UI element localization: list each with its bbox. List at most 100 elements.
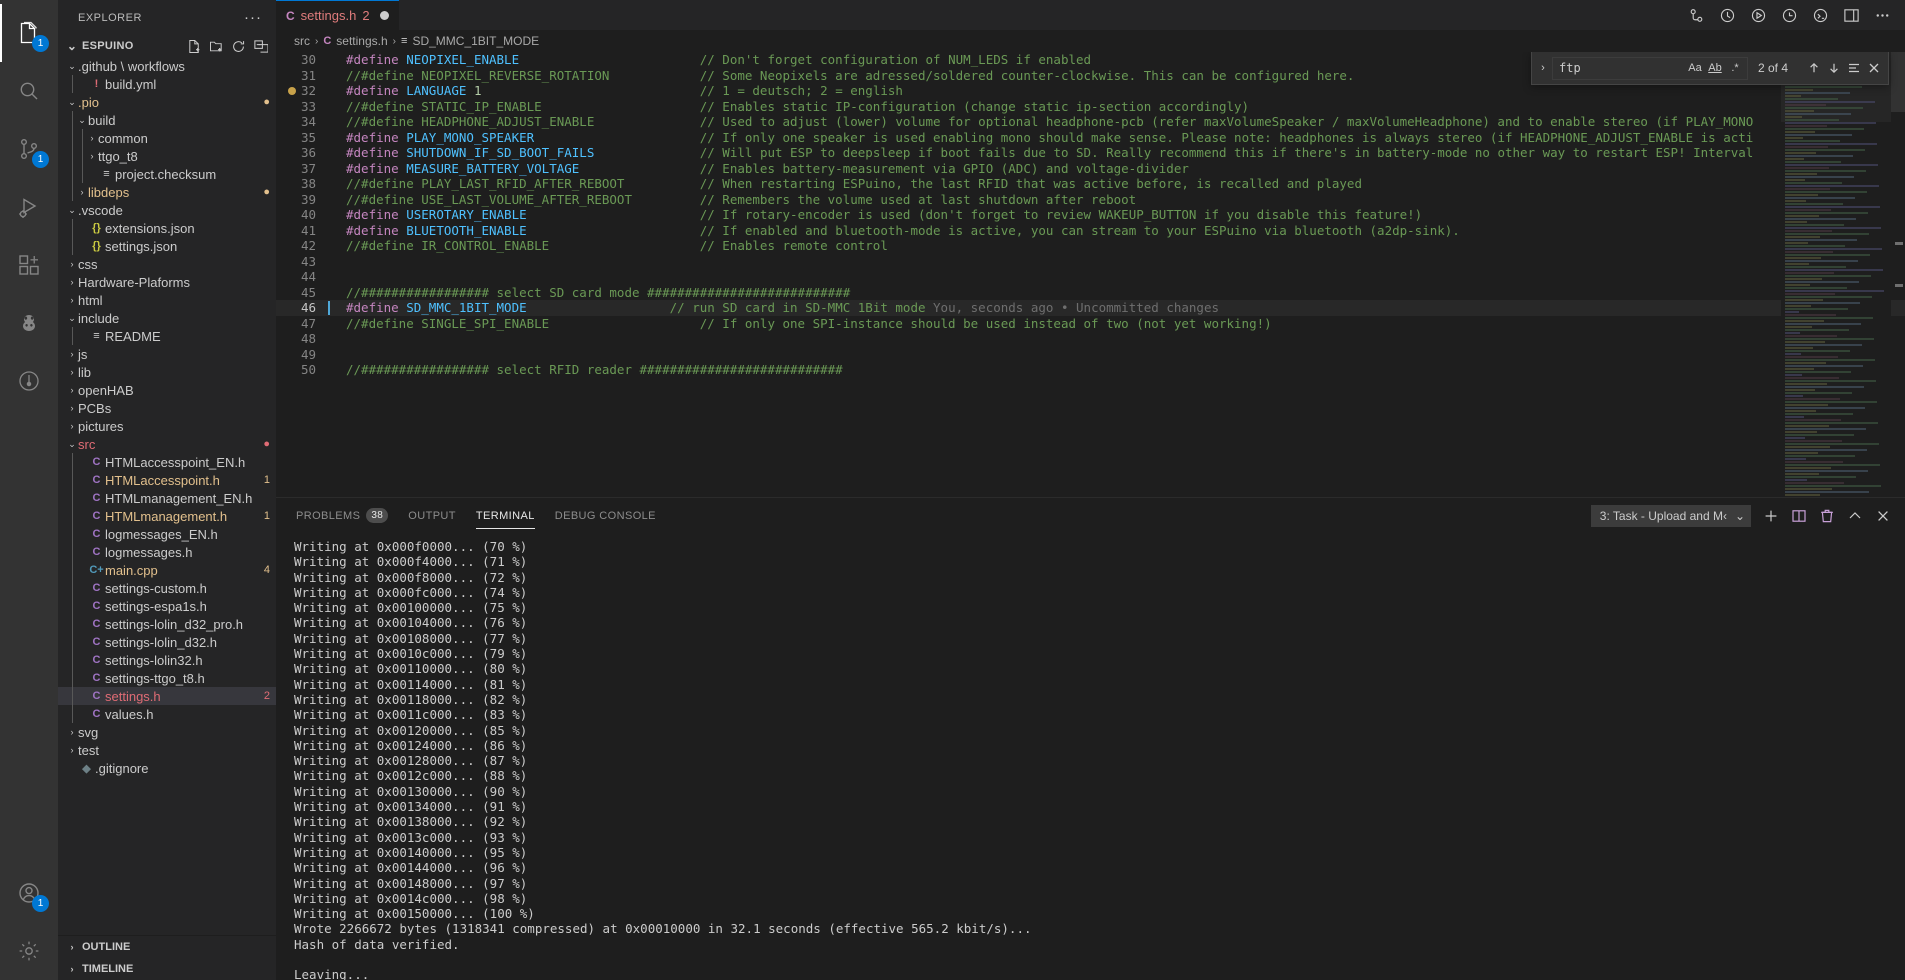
chevron-right-icon[interactable]: › — [66, 255, 78, 273]
tree-item-main-cpp[interactable]: C+main.cpp4 — [58, 561, 276, 579]
tree-item-htmlaccesspoint-h[interactable]: CHTMLaccesspoint.h1 — [58, 471, 276, 489]
code-line[interactable]: 50//################# select RFID reader… — [276, 362, 1905, 378]
chevron-right-icon[interactable]: › — [66, 273, 78, 291]
breadcrumb-item-symbol[interactable]: SD_MMC_1BIT_MODE — [412, 34, 539, 48]
tree-item-settings-ttgo-t8-h[interactable]: Csettings-ttgo_t8.h — [58, 669, 276, 687]
more-actions-icon[interactable] — [1874, 7, 1891, 24]
inline-blame-annotation[interactable]: You, seconds ago • Uncommitted changes — [926, 300, 1220, 315]
activitybar-item-testing[interactable] — [0, 352, 58, 410]
line-number[interactable]: 44 — [276, 269, 328, 285]
tab-dirty-indicator[interactable] — [380, 11, 389, 20]
line-number[interactable]: 42 — [276, 238, 328, 254]
minimap[interactable] — [1781, 52, 1891, 497]
tree-item-html[interactable]: ›html — [58, 291, 276, 309]
chevron-down-icon[interactable]: ⌄ — [66, 309, 78, 327]
tree-item-htmlmanagement-en-h[interactable]: CHTMLmanagement_EN.h — [58, 489, 276, 507]
panel-tab-problems[interactable]: PROBLEMS 38 — [296, 498, 388, 533]
line-number[interactable]: 30 — [276, 52, 328, 68]
tree-item--gitignore[interactable]: ◆.gitignore — [58, 759, 276, 777]
match-case-icon[interactable]: Aa — [1685, 58, 1705, 78]
tree-item-settings-h[interactable]: Csettings.h2 — [58, 687, 276, 705]
tree-item-settings-json[interactable]: {}settings.json — [58, 237, 276, 255]
breadcrumb-item-file[interactable]: settings.h — [336, 34, 387, 48]
new-file-icon[interactable] — [187, 39, 202, 54]
maximize-panel-icon[interactable] — [1847, 508, 1863, 524]
split-terminal-icon[interactable] — [1791, 508, 1807, 524]
line-number[interactable]: 38 — [276, 176, 328, 192]
next-match-icon[interactable] — [1824, 58, 1844, 78]
chevron-right-icon[interactable]: › — [66, 291, 78, 309]
find-input-box[interactable]: ftp Aa Ab .* — [1552, 57, 1748, 80]
tree-item-pcbs[interactable]: ›PCBs — [58, 399, 276, 417]
code-line[interactable]: 37#define MEASURE_BATTERY_VOLTAGE // Ena… — [276, 161, 1905, 177]
debug-alt-icon[interactable] — [1719, 7, 1736, 24]
line-number[interactable]: 48 — [276, 331, 328, 347]
collapse-all-icon[interactable] — [253, 39, 268, 54]
chevron-right-icon[interactable]: › — [66, 741, 78, 759]
tree-item-css[interactable]: ›css — [58, 255, 276, 273]
line-number[interactable]: 41 — [276, 223, 328, 239]
code-line[interactable]: 48 — [276, 331, 1905, 347]
terminal-selector[interactable]: 3: Task - Upload and M‹ ⌄ — [1591, 505, 1751, 527]
code-line[interactable]: 33//#define STATIC_IP_ENABLE // Enables … — [276, 99, 1905, 115]
chevron-right-icon[interactable]: › — [66, 399, 78, 417]
code-line[interactable]: 32#define LANGUAGE 1 // 1 = deutsch; 2 =… — [276, 83, 1905, 99]
sidebar-more-actions[interactable]: ··· — [244, 9, 268, 26]
find-input[interactable]: ftp — [1559, 61, 1685, 75]
activitybar-item-extensions[interactable] — [0, 236, 58, 294]
tree-item-extensions-json[interactable]: {}extensions.json — [58, 219, 276, 237]
code-line[interactable]: 49 — [276, 347, 1905, 363]
sidebar-section-outline[interactable]: › OUTLINE — [58, 936, 276, 958]
code-line[interactable]: 45//################# select SD card mod… — [276, 285, 1905, 301]
chevron-right-icon[interactable]: › — [66, 723, 78, 741]
line-number[interactable]: 43 — [276, 254, 328, 270]
remote-explorer-icon[interactable] — [1688, 7, 1705, 24]
tree-item-pictures[interactable]: ›pictures — [58, 417, 276, 435]
code-line[interactable]: 39//#define USE_LAST_VOLUME_AFTER_REBOOT… — [276, 192, 1905, 208]
tree-item-settings-lolin-d32-h[interactable]: Csettings-lolin_d32.h — [58, 633, 276, 651]
refresh-icon[interactable] — [231, 39, 246, 54]
panel-tab-debug-console[interactable]: DEBUG CONSOLE — [555, 498, 656, 533]
code-line[interactable]: 43 — [276, 254, 1905, 270]
chevron-right-icon[interactable]: › — [66, 417, 78, 435]
code-line[interactable]: 42//#define IR_CONTROL_ENABLE // Enables… — [276, 238, 1905, 254]
tree-item-include[interactable]: ⌄include — [58, 309, 276, 327]
code-line[interactable]: 36#define SHUTDOWN_IF_SD_BOOT_FAILS // W… — [276, 145, 1905, 161]
tree-item-ttgo-t8[interactable]: ›ttgo_t8 — [58, 147, 276, 165]
code-line[interactable]: 38//#define PLAY_LAST_RFID_AFTER_REBOOT … — [276, 176, 1905, 192]
chevron-down-icon[interactable]: ⌄ — [66, 57, 78, 75]
chevron-right-icon[interactable]: › — [66, 345, 78, 363]
regex-icon[interactable]: .* — [1725, 58, 1745, 78]
line-number[interactable]: 31 — [276, 68, 328, 84]
chevron-down-icon[interactable]: ⌄ — [66, 435, 78, 453]
tree-item-js[interactable]: ›js — [58, 345, 276, 363]
line-number[interactable]: 36 — [276, 145, 328, 161]
find-widget[interactable]: › ftp Aa Ab .* 2 of 4 — [1531, 52, 1889, 85]
line-number[interactable]: 47 — [276, 316, 328, 332]
chevron-right-icon[interactable]: › — [86, 129, 98, 147]
tree-item-settings-lolin-d32-pro-h[interactable]: Csettings-lolin_d32_pro.h — [58, 615, 276, 633]
tree-item-settings-espa1s-h[interactable]: Csettings-espa1s.h — [58, 597, 276, 615]
scrollbar-thumb[interactable] — [1891, 52, 1905, 112]
close-panel-icon[interactable] — [1875, 508, 1891, 524]
activitybar-item-accounts[interactable]: 1 — [0, 864, 58, 922]
editor-vertical-scrollbar[interactable] — [1891, 52, 1905, 497]
line-number[interactable]: 33 — [276, 99, 328, 115]
code-line[interactable]: 47//#define SINGLE_SPI_ENABLE // If only… — [276, 316, 1905, 332]
chevron-right-icon[interactable]: › — [76, 183, 88, 201]
tree-item-common[interactable]: ›common — [58, 129, 276, 147]
line-number[interactable]: 50 — [276, 362, 328, 378]
code-line[interactable]: 41#define BLUETOOTH_ENABLE // If enabled… — [276, 223, 1905, 239]
layout-panel-icon[interactable] — [1843, 7, 1860, 24]
new-folder-icon[interactable] — [209, 39, 224, 54]
chevron-right-icon[interactable]: › — [66, 381, 78, 399]
debug-restart-icon[interactable] — [1781, 7, 1798, 24]
tree-item-openhab[interactable]: ›openHAB — [58, 381, 276, 399]
activitybar-item-run-and-debug[interactable] — [0, 178, 58, 236]
debug-console-icon[interactable] — [1812, 7, 1829, 24]
toggle-replace-icon[interactable]: › — [1534, 62, 1552, 74]
tree-item-lib[interactable]: ›lib — [58, 363, 276, 381]
chevron-down-icon[interactable]: ⌄ — [66, 93, 78, 111]
tree-item-values-h[interactable]: Cvalues.h — [58, 705, 276, 723]
tree-item-logmessages-en-h[interactable]: Clogmessages_EN.h — [58, 525, 276, 543]
